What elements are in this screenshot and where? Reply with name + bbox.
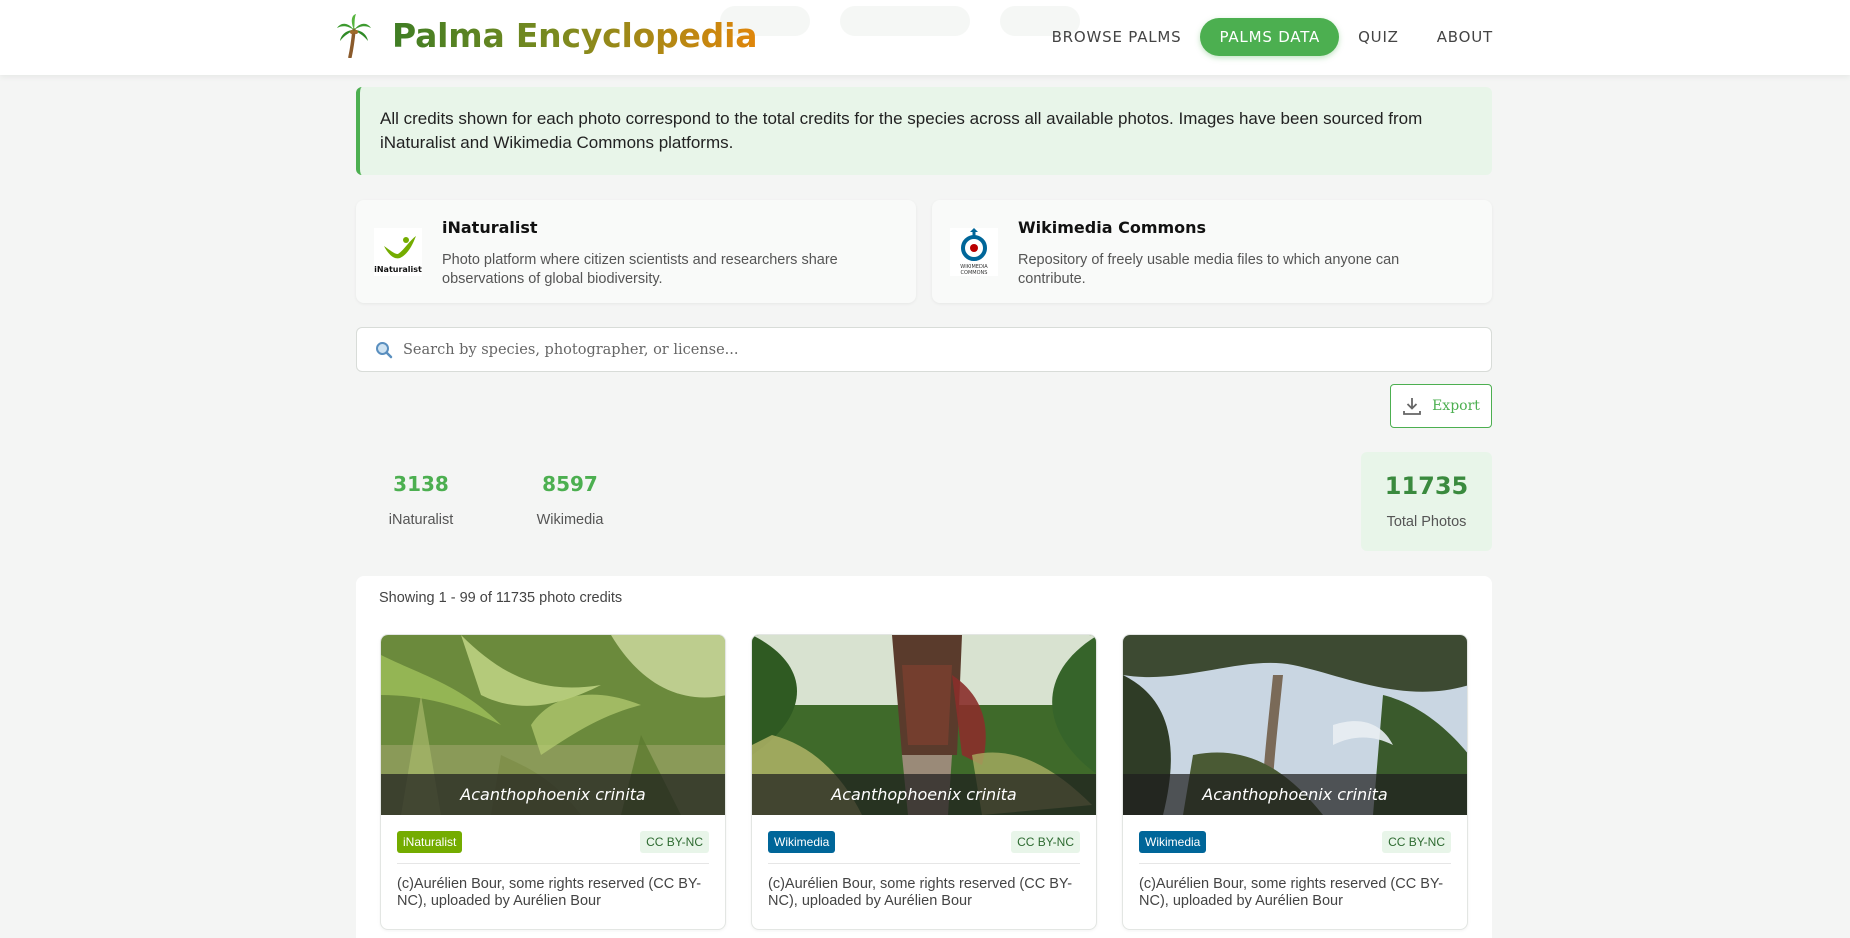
search-box bbox=[356, 327, 1492, 372]
license-badge: CC BY-NC bbox=[1011, 831, 1080, 853]
search-icon bbox=[376, 341, 393, 358]
species-photo[interactable]: Acanthophoenix crinita bbox=[752, 635, 1096, 815]
stat-label: Wikimedia bbox=[536, 512, 604, 528]
photo-credit-card[interactable]: Acanthophoenix crinita Wikimedia CC BY-N… bbox=[751, 634, 1097, 930]
stat-inaturalist: 3138 iNaturalist bbox=[381, 472, 461, 528]
species-name: Acanthophoenix crinita bbox=[752, 774, 1096, 815]
search-input[interactable] bbox=[403, 341, 1403, 358]
brand-title: Palma Encyclopedia bbox=[392, 14, 757, 58]
source-card-wikimedia: WIKIMEDIA COMMONS Wikimedia Commons Repo… bbox=[932, 200, 1492, 303]
stat-label: Total Photos bbox=[1386, 514, 1467, 530]
banner-text: All credits shown for each photo corresp… bbox=[380, 109, 1423, 152]
photo-credit-text: (c)Aurélien Bour, some rights reserved (… bbox=[768, 876, 1073, 909]
license-badge: CC BY-NC bbox=[1382, 831, 1451, 853]
stat-label: iNaturalist bbox=[388, 512, 454, 528]
nav-palms-data[interactable]: PALMS DATA bbox=[1200, 18, 1340, 56]
brand-link[interactable]: Palma Encyclopedia bbox=[336, 14, 757, 58]
source-badge: Wikimedia bbox=[768, 831, 836, 853]
photo-credit-card[interactable]: Acanthophoenix crinita Wikimedia CC BY-N… bbox=[1122, 634, 1468, 930]
source-badge: Wikimedia bbox=[1139, 831, 1207, 853]
wikimedia-commons-logo: WIKIMEDIA COMMONS bbox=[950, 228, 998, 276]
source-description: Photo platform where citizen scientists … bbox=[442, 252, 838, 287]
source-badge: iNaturalist bbox=[397, 831, 463, 853]
download-icon bbox=[1403, 398, 1421, 415]
export-button[interactable]: Export bbox=[1390, 384, 1492, 428]
nav-quiz[interactable]: QUIZ bbox=[1339, 18, 1418, 56]
stat-value: 8597 bbox=[542, 472, 598, 496]
credits-info-banner: All credits shown for each photo corresp… bbox=[356, 87, 1492, 175]
svg-text:iNaturalist: iNaturalist bbox=[374, 265, 422, 274]
license-badge: CC BY-NC bbox=[640, 831, 709, 853]
nav-about[interactable]: ABOUT bbox=[1418, 18, 1512, 56]
source-title: Wikimedia Commons bbox=[1018, 218, 1207, 237]
photo-credit-text: (c)Aurélien Bour, some rights reserved (… bbox=[1139, 876, 1444, 909]
results-count: Showing 1 - 99 of 11735 photo credits bbox=[379, 590, 623, 606]
palm-tree-icon bbox=[337, 14, 371, 58]
main-nav: BROWSE PALMS PALMS DATA QUIZ ABOUT bbox=[1033, 18, 1512, 56]
faded-background-chip bbox=[840, 6, 970, 36]
stat-value: 11735 bbox=[1384, 472, 1469, 500]
inaturalist-logo: iNaturalist bbox=[374, 228, 422, 276]
source-description: Repository of freely usable media files … bbox=[1018, 252, 1400, 287]
photo-credit-text: (c)Aurélien Bour, some rights reserved (… bbox=[397, 876, 702, 909]
stat-total-photos: 11735 Total Photos bbox=[1361, 452, 1492, 551]
species-name: Acanthophoenix crinita bbox=[381, 774, 725, 815]
species-photo[interactable]: Acanthophoenix crinita bbox=[381, 635, 725, 815]
export-label: Export bbox=[1432, 398, 1480, 414]
svg-text:COMMONS: COMMONS bbox=[961, 270, 988, 276]
nav-browse-palms[interactable]: BROWSE PALMS bbox=[1033, 18, 1201, 56]
species-photo[interactable]: Acanthophoenix crinita bbox=[1123, 635, 1467, 815]
species-name: Acanthophoenix crinita bbox=[1123, 774, 1467, 815]
source-title: iNaturalist bbox=[442, 218, 538, 237]
source-card-inaturalist: iNaturalist iNaturalist Photo platform w… bbox=[356, 200, 916, 303]
photo-credits-gallery: Showing 1 - 99 of 11735 photo credits Ac… bbox=[356, 576, 1492, 938]
stat-value: 3138 bbox=[393, 472, 449, 496]
photo-credit-card[interactable]: Acanthophoenix crinita iNaturalist CC BY… bbox=[380, 634, 726, 930]
top-header: Palma Encyclopedia BROWSE PALMS PALMS DA… bbox=[0, 0, 1850, 75]
stat-wikimedia: 8597 Wikimedia bbox=[528, 472, 612, 528]
